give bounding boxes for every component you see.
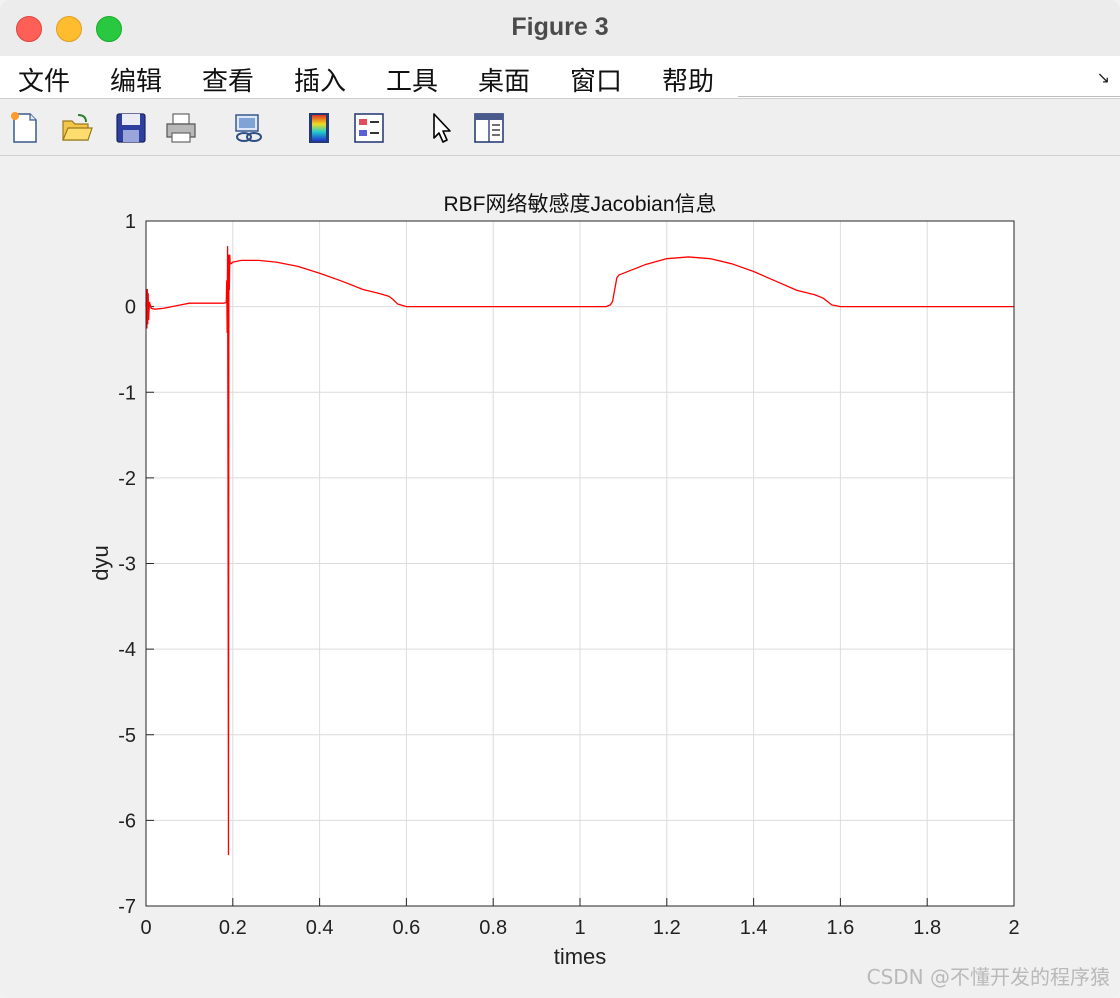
y-tick-label: 1 bbox=[125, 211, 136, 233]
x-tick-label: 1.2 bbox=[653, 917, 681, 939]
x-axis-label: times bbox=[554, 944, 607, 969]
y-tick-label: 0 bbox=[125, 297, 136, 319]
save-icon[interactable] bbox=[114, 111, 148, 145]
plot-area: 0 0.2 0.4 0.6 0.8 1 1.2 1.4 1.6 1.8 2 1 0 -1 -2 -3 -4 -5 -… bbox=[0, 156, 1120, 998]
colorbar-icon[interactable] bbox=[302, 111, 336, 145]
pointer-icon[interactable] bbox=[426, 111, 460, 145]
line-chart[interactable]: 0 0.2 0.4 0.6 0.8 1 1.2 1.4 1.6 1.8 2 1 0 -1 -2 -3 -4 -5 -… bbox=[0, 156, 1120, 998]
title-bar: Figure 3 bbox=[0, 0, 1120, 56]
menu-file[interactable]: 文件 bbox=[18, 61, 70, 98]
y-tick-label: -3 bbox=[118, 554, 136, 576]
menu-insert[interactable]: 插入 bbox=[294, 61, 346, 98]
menu-view[interactable]: 查看 bbox=[202, 61, 254, 98]
y-axis-label: dyu bbox=[88, 545, 113, 580]
menu-dock-arrow-icon[interactable]: ↘ bbox=[1097, 68, 1110, 88]
menu-help[interactable]: 帮助 bbox=[662, 61, 714, 98]
x-tick-label: 0.6 bbox=[392, 917, 420, 939]
y-tick-label: -4 bbox=[118, 639, 136, 661]
menu-bar: 文件 编辑 查看 插入 工具 桌面 窗口 帮助 ↘ bbox=[0, 56, 1120, 99]
open-file-icon[interactable] bbox=[60, 111, 94, 145]
y-tick-label: -1 bbox=[118, 382, 136, 404]
x-tick-label: 1.6 bbox=[826, 917, 854, 939]
y-tick-label: -2 bbox=[118, 468, 136, 490]
x-tick-label: 0.8 bbox=[479, 917, 507, 939]
menu-divider bbox=[738, 96, 1120, 97]
x-tick-label: 2 bbox=[1008, 917, 1019, 939]
y-tick-label: -6 bbox=[118, 810, 136, 832]
x-tick-label: 1.4 bbox=[740, 917, 768, 939]
x-tick-label: 0.2 bbox=[219, 917, 247, 939]
link-icon[interactable] bbox=[232, 111, 266, 145]
y-tick-label: -5 bbox=[118, 725, 136, 747]
menu-tools[interactable]: 工具 bbox=[386, 61, 438, 98]
property-editor-icon[interactable] bbox=[472, 111, 506, 145]
x-tick-label: 1 bbox=[574, 917, 585, 939]
menu-desktop[interactable]: 桌面 bbox=[478, 61, 530, 98]
y-tick-label: -7 bbox=[118, 896, 136, 918]
watermark: CSDN @不懂开发的程序猿 bbox=[866, 965, 1110, 989]
x-tick-label: 1.8 bbox=[913, 917, 941, 939]
print-icon[interactable] bbox=[164, 111, 198, 145]
toolbar bbox=[0, 99, 1120, 156]
figure-window: Figure 3 文件 编辑 查看 插入 工具 桌面 窗口 帮助 ↘ 0 0.2… bbox=[0, 0, 1120, 998]
legend-icon[interactable] bbox=[352, 111, 386, 145]
chart-title: RBF网络敏感度Jacobian信息 bbox=[443, 193, 716, 216]
new-figure-icon[interactable] bbox=[8, 111, 42, 145]
menu-edit[interactable]: 编辑 bbox=[110, 61, 162, 98]
x-tick-label: 0.4 bbox=[306, 917, 334, 939]
window-title: Figure 3 bbox=[511, 13, 609, 41]
menu-window[interactable]: 窗口 bbox=[570, 61, 622, 98]
x-tick-label: 0 bbox=[140, 917, 151, 939]
